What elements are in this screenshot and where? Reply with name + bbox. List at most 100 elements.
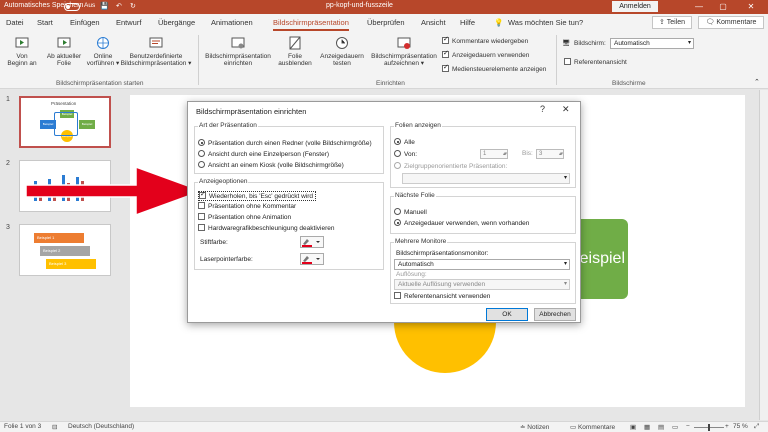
slide-thumbnails: 1 Präsentation Beispiel Beispiel Beispie… — [0, 90, 122, 420]
cancel-button[interactable]: Abbrechen — [534, 308, 576, 321]
tab-hilfe[interactable]: Hilfe — [460, 18, 475, 27]
radio-all-slides[interactable]: Alle — [394, 138, 415, 146]
zoom-in-icon[interactable]: + — [725, 423, 729, 430]
minimize-button[interactable]: — — [690, 1, 708, 12]
use-presenter-view-check — [394, 292, 401, 299]
setup-show-button[interactable]: Bildschirmpräsentation einrichten — [200, 36, 276, 67]
dialog-title: Bildschirmpräsentation einrichten — [196, 107, 307, 116]
close-button[interactable]: ✕ — [742, 1, 760, 12]
setup-group-label: Einrichten — [376, 80, 405, 87]
from-beginning-button[interactable]: Von Beginn an — [2, 36, 42, 67]
to-label: Bis: — [522, 150, 533, 157]
thumb-shape: Beispiel 2 — [40, 246, 90, 256]
custom-show-button[interactable]: Benutzerdefinierte Bildschirmpräsentation… — [117, 36, 195, 67]
dialog-close-button[interactable]: ✕ — [562, 104, 570, 115]
setup-show-dialog: Bildschirmpräsentation einrichten ? ✕ Ar… — [187, 101, 581, 323]
thumbnail-slide-3[interactable]: Beispiel 1 Beispiel 2 Beispiel 3 — [19, 224, 111, 276]
setup-show-label-1: Bildschirmpräsentation — [205, 53, 271, 60]
radio-custom-show[interactable]: Zielgruppenorientierte Präsentation: — [394, 162, 507, 170]
from-spinner[interactable]: 1 — [480, 149, 508, 159]
radio-manual[interactable]: Manuell — [394, 208, 427, 216]
thumbnail-slide-1[interactable]: Präsentation Beispiel Beispiel Beispiel … — [19, 96, 111, 148]
comments-status-button[interactable]: ▭ Kommentare — [570, 423, 615, 431]
custom-show-icon — [149, 37, 163, 48]
ok-button[interactable]: OK — [486, 308, 528, 321]
from-beginning-label-2: Beginn an — [7, 60, 37, 67]
play-narrations-label: Kommentare wiedergeben — [452, 38, 529, 45]
radio-speaker[interactable]: Präsentation durch einen Redner (volle B… — [198, 139, 372, 147]
custom-show-dropdown[interactable] — [402, 173, 570, 184]
screen-dropdown[interactable]: Automatisch — [610, 38, 694, 49]
media-controls-checkbox[interactable]: Mediensteuerelemente anzeigen — [442, 63, 546, 73]
use-timings-check — [442, 49, 449, 58]
radio-kiosk[interactable]: Ansicht an einem Kiosk (volle Bildschirm… — [198, 161, 344, 169]
globe-icon — [97, 37, 109, 49]
radio-individual[interactable]: Ansicht durch eine Einzelperson (Fenster… — [198, 150, 329, 158]
tab-ansicht[interactable]: Ansicht — [421, 18, 446, 27]
tab-uebergaenge[interactable]: Übergänge — [158, 18, 195, 27]
undo-icon[interactable]: ↶ — [116, 2, 122, 10]
loop-checkbox[interactable]: Wiederholen, bis 'Esc' gedrückt wird — [198, 190, 316, 201]
reading-view-icon[interactable]: ▤ — [658, 423, 664, 431]
resolution-dropdown[interactable]: Aktuelle Auflösung verwenden — [394, 279, 570, 290]
notes-button[interactable]: ≐ Notizen — [520, 423, 549, 431]
record-show-button[interactable]: Bildschirmpräsentation aufzeichnen ▾ — [366, 36, 442, 67]
spellcheck-icon[interactable]: ⊟ — [52, 423, 57, 431]
radio-use-timings[interactable]: Anzeigedauer verwenden, wenn vorhanden — [394, 219, 529, 227]
play-narrations-checkbox[interactable]: Kommentare wiedergeben — [442, 35, 529, 45]
to-spinner[interactable]: 3 — [536, 149, 564, 159]
rehearse-timings-button[interactable]: Anzeigedauern testen — [314, 36, 370, 67]
tell-me-search[interactable]: Was möchten Sie tun? — [508, 18, 583, 27]
monitor-label: Bildschirmpräsentationsmonitor: — [396, 250, 489, 257]
hide-slide-button[interactable]: Folie ausblenden — [276, 36, 314, 67]
radio-individual-dot — [198, 150, 205, 157]
fit-to-window-icon[interactable]: ⤢ — [754, 423, 759, 431]
setup-show-label-2: einrichten — [223, 60, 253, 67]
comments-button[interactable]: 🗨 Kommentare — [698, 16, 764, 29]
hide-slide-label-1: Folie — [287, 53, 303, 60]
zoom-out-icon[interactable]: − — [686, 423, 690, 430]
zoom-slider-handle[interactable] — [708, 424, 710, 431]
radio-all-dot — [394, 138, 401, 145]
tab-bildschirmpraesentation[interactable]: Bildschirmpräsentation — [273, 18, 349, 31]
collapse-ribbon-icon[interactable]: ⌃ — [754, 78, 760, 86]
maximize-button[interactable]: ▢ — [714, 1, 732, 12]
use-timings-label: Anzeigedauern verwenden — [452, 52, 530, 59]
tab-animationen[interactable]: Animationen — [211, 18, 253, 27]
present-online-button[interactable]: Online vorführen ▾ — [86, 36, 120, 67]
use-timings-checkbox[interactable]: Anzeigedauern verwenden — [442, 49, 530, 59]
hw-accel-checkbox[interactable]: Hardwaregrafikbeschleunigung deaktiviere… — [198, 224, 334, 232]
laser-color-picker[interactable] — [300, 253, 324, 265]
vertical-scrollbar[interactable] — [759, 90, 768, 420]
radio-from-dot — [394, 150, 401, 157]
from-current-button[interactable]: Ab aktueller Folie — [42, 36, 86, 67]
zoom-level[interactable]: 75 % — [733, 423, 748, 430]
language-status[interactable]: Deutsch (Deutschland) — [68, 423, 134, 430]
lightbulb-icon[interactable]: 💡 — [494, 18, 503, 27]
no-animation-checkbox[interactable]: Präsentation ohne Animation — [198, 213, 291, 221]
clock-icon — [336, 37, 348, 49]
signin-button[interactable]: Anmelden — [612, 1, 658, 12]
notes-label: Notizen — [527, 424, 550, 431]
save-icon[interactable]: 💾 — [100, 2, 109, 10]
tab-entwurf[interactable]: Entwurf — [116, 18, 141, 27]
share-button[interactable]: ⇪ Teilen — [652, 16, 692, 29]
no-narration-checkbox[interactable]: Präsentation ohne Kommentar — [198, 202, 296, 210]
tab-datei[interactable]: Datei — [6, 18, 24, 27]
normal-view-icon[interactable]: ▣ — [630, 423, 636, 431]
redo-icon[interactable]: ↻ — [130, 2, 136, 10]
help-button[interactable]: ? — [540, 104, 545, 114]
ribbon-separator — [198, 35, 199, 85]
presenter-view-checkbox[interactable]: Referentenansicht — [564, 58, 627, 66]
monitor-dropdown[interactable]: Automatisch — [394, 259, 570, 270]
pen-color-picker[interactable] — [300, 236, 324, 248]
radio-from[interactable]: Von: — [394, 150, 417, 158]
autosave-toggle[interactable] — [64, 3, 80, 11]
use-presenter-view-checkbox[interactable]: Referentenansicht verwenden — [394, 292, 490, 300]
radio-custom-label: Zielgruppenorientierte Präsentation: — [404, 163, 508, 170]
tab-ueberpruefen[interactable]: Überprüfen — [367, 18, 405, 27]
tab-start[interactable]: Start — [37, 18, 53, 27]
slideshow-view-icon[interactable]: ▭ — [672, 423, 678, 431]
tab-einfuegen[interactable]: Einfügen — [70, 18, 100, 27]
sorter-view-icon[interactable]: ▦ — [644, 423, 650, 431]
